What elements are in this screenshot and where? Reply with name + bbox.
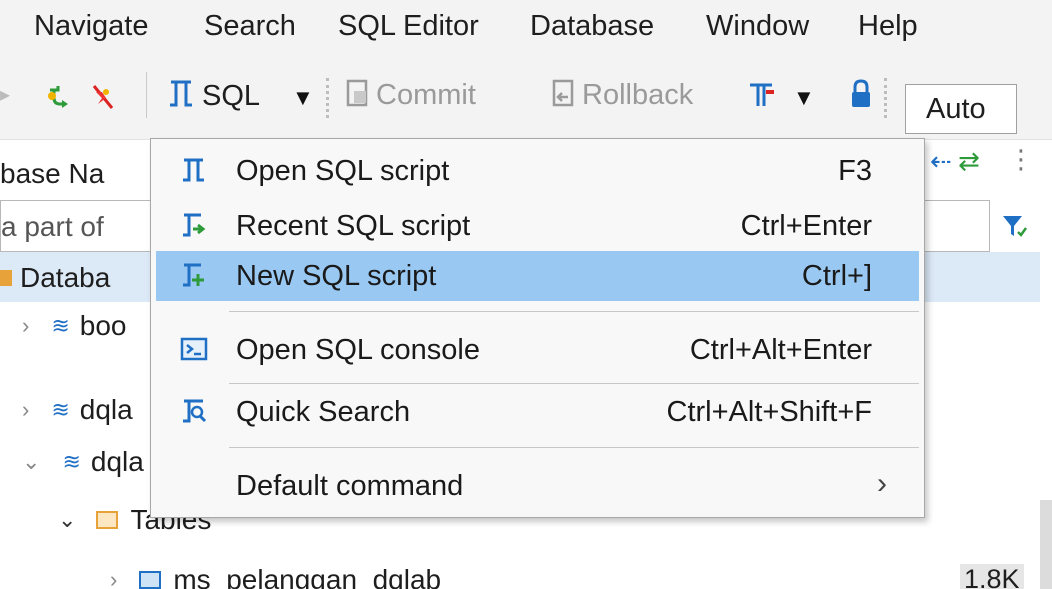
menu-item-label: Default command bbox=[236, 470, 464, 502]
collapse-arrow-icon[interactable]: ⌄ bbox=[22, 449, 40, 475]
menu-item-recent-sql-script[interactable]: Recent SQL script Ctrl+Enter bbox=[156, 201, 919, 251]
navigator-tab[interactable]: base Na bbox=[0, 150, 104, 198]
tables-folder-icon bbox=[96, 511, 119, 529]
commit-label: Commit bbox=[376, 79, 476, 111]
navigator-scrollbar[interactable] bbox=[1040, 500, 1052, 589]
menu-item-label: Recent SQL script bbox=[236, 210, 471, 242]
filter-icon[interactable] bbox=[1000, 212, 1028, 245]
transaction-mode-value: Auto bbox=[926, 93, 986, 125]
recent-script-icon bbox=[179, 210, 209, 240]
expand-arrow-icon[interactable]: › bbox=[110, 567, 117, 589]
menu-window[interactable]: Window bbox=[706, 10, 809, 43]
rollback-button[interactable]: Rollback bbox=[550, 77, 693, 114]
toolbar-grip bbox=[884, 78, 888, 118]
menu-bar: Navigate Search SQL Editor Database Wind… bbox=[0, 0, 1052, 60]
collapse-all-icon[interactable]: ⇠ bbox=[930, 146, 952, 177]
menu-item-shortcut: Ctrl+Alt+Shift+F bbox=[666, 396, 873, 428]
menu-search[interactable]: Search bbox=[204, 10, 296, 43]
commit-button[interactable]: Commit bbox=[344, 77, 476, 114]
tree-item-database-3[interactable]: ⌄ ≋ dqla bbox=[22, 438, 144, 486]
tree-item-label: boo bbox=[79, 310, 127, 341]
menu-item-default-command[interactable]: Default command › bbox=[156, 461, 919, 511]
menu-sql-editor[interactable]: SQL Editor bbox=[338, 10, 479, 43]
disconnect-icon[interactable] bbox=[90, 82, 116, 112]
console-icon bbox=[179, 334, 209, 364]
rollback-icon bbox=[550, 77, 578, 114]
navigator-tab-label: base Na bbox=[0, 158, 105, 189]
sql-dropdown-arrow-icon[interactable]: ▼ bbox=[292, 85, 314, 111]
sql-editor-label: SQL bbox=[202, 80, 261, 112]
tree-item-label: dqla bbox=[90, 446, 144, 477]
sql-editor-dropdown-menu: Open SQL script F3 Recent SQL script Ctr… bbox=[150, 138, 925, 518]
menu-separator bbox=[229, 311, 919, 312]
transaction-dropdown-arrow-icon[interactable]: ▼ bbox=[793, 85, 815, 111]
menu-separator bbox=[229, 447, 919, 448]
transaction-log-icon[interactable] bbox=[746, 80, 776, 110]
tree-item-label: Databa bbox=[20, 262, 111, 293]
connect-icon[interactable] bbox=[44, 82, 72, 112]
table-icon bbox=[139, 571, 162, 589]
commit-icon bbox=[344, 77, 372, 114]
rollback-label: Rollback bbox=[582, 79, 694, 111]
menu-item-shortcut: Ctrl+Enter bbox=[740, 210, 872, 242]
database-icon: ≋ bbox=[51, 397, 70, 422]
quick-search-icon bbox=[179, 396, 209, 426]
menu-item-open-sql-script[interactable]: Open SQL script F3 bbox=[156, 146, 919, 196]
submenu-arrow-icon: › bbox=[877, 467, 887, 500]
table-size-badge: 1.8K bbox=[960, 564, 1024, 589]
tree-item-database-1[interactable]: › ≋ boo bbox=[22, 302, 126, 350]
menu-navigate[interactable]: Navigate bbox=[34, 10, 148, 43]
menu-item-label: Open SQL console bbox=[236, 334, 480, 366]
toolbar-overflow-icon[interactable]: ▸ bbox=[0, 82, 10, 107]
tree-item-label: ms_pelanggan_dqlab bbox=[173, 564, 442, 589]
tree-item-database-2[interactable]: › ≋ dqla bbox=[22, 386, 133, 434]
new-script-icon bbox=[179, 260, 209, 290]
menu-item-new-sql-script[interactable]: New SQL script Ctrl+] bbox=[156, 251, 919, 301]
menu-item-shortcut: Ctrl+] bbox=[801, 260, 872, 292]
view-menu-icon[interactable]: ⋮ bbox=[1008, 144, 1034, 175]
tree-item-databases[interactable]: Databa bbox=[0, 254, 110, 302]
toolbar-separator bbox=[146, 72, 147, 118]
filter-placeholder: a part of bbox=[1, 211, 104, 242]
menu-item-quick-search[interactable]: Quick Search Ctrl+Alt+Shift+F bbox=[156, 387, 919, 437]
menu-item-label: Quick Search bbox=[236, 396, 411, 428]
toolbar-grip bbox=[326, 78, 330, 118]
transaction-mode-field[interactable]: Auto bbox=[905, 84, 1017, 134]
database-icon: ≋ bbox=[51, 313, 70, 338]
open-script-icon bbox=[179, 155, 209, 185]
menu-database[interactable]: Database bbox=[530, 10, 654, 43]
database-icon: ≋ bbox=[62, 449, 81, 474]
sql-editor-button[interactable]: SQL bbox=[166, 77, 260, 116]
main-toolbar: ▸ SQL ▼ Commit Rollback ▼ bbox=[0, 60, 1052, 140]
database-folder-icon bbox=[0, 270, 12, 286]
menu-item-label: Open SQL script bbox=[236, 155, 450, 187]
menu-help[interactable]: Help bbox=[858, 10, 918, 43]
menu-item-shortcut: F3 bbox=[838, 155, 872, 187]
menu-separator bbox=[229, 383, 919, 384]
link-editor-icon[interactable]: ⇄ bbox=[958, 146, 980, 177]
tree-item-table[interactable]: › ms_pelanggan_dqlab bbox=[110, 556, 441, 589]
menu-item-label: New SQL script bbox=[236, 260, 437, 292]
lock-icon[interactable] bbox=[848, 78, 874, 110]
menu-item-shortcut: Ctrl+Alt+Enter bbox=[689, 334, 872, 366]
sql-editor-icon bbox=[166, 77, 196, 116]
menu-item-open-sql-console[interactable]: Open SQL console Ctrl+Alt+Enter bbox=[156, 325, 919, 375]
collapse-arrow-icon[interactable]: ⌄ bbox=[58, 507, 76, 533]
tree-item-label: dqla bbox=[79, 394, 133, 425]
expand-arrow-icon[interactable]: › bbox=[22, 397, 29, 423]
expand-arrow-icon[interactable]: › bbox=[22, 313, 29, 339]
